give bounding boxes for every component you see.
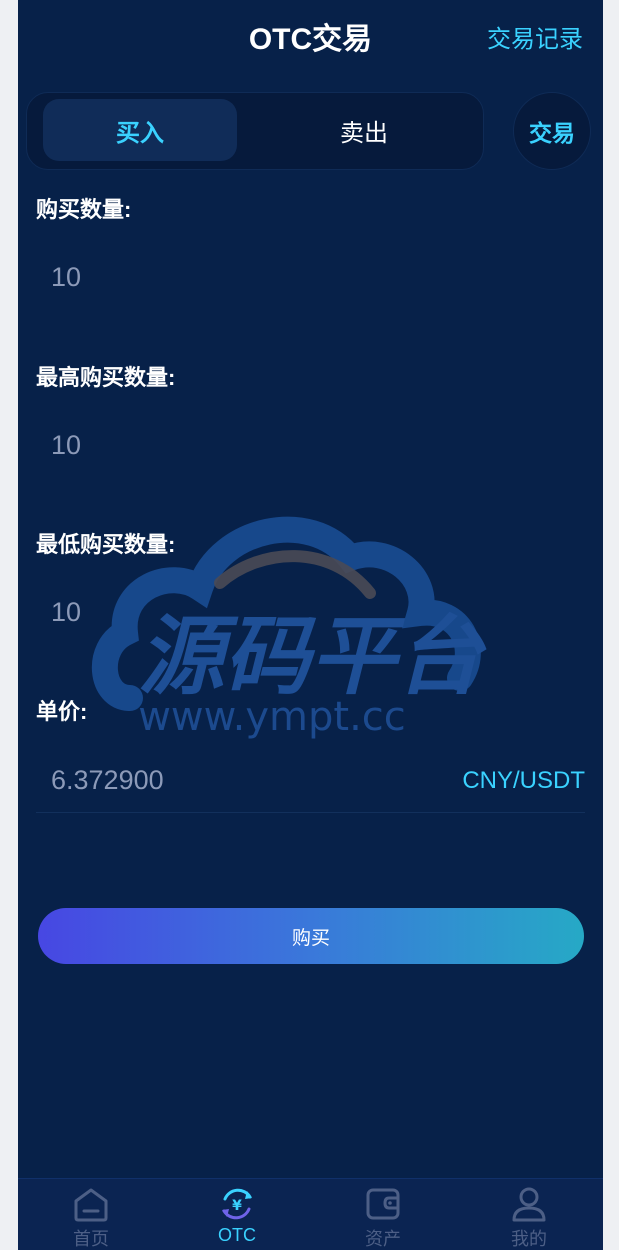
price-unit: CNY/USDT	[462, 767, 585, 794]
wallet-icon	[366, 1188, 400, 1220]
bottom-tabbar: 首页 ¥ OTC 资产 我的	[18, 1178, 603, 1250]
header: OTC交易 交易记录	[18, 0, 603, 72]
max-quantity-input[interactable]: 10	[51, 430, 81, 461]
tabbar-label-otc: OTC	[218, 1225, 256, 1245]
price-label: 单价:	[36, 699, 88, 724]
price-divider	[36, 812, 585, 813]
tabbar-item-otc[interactable]: ¥ OTC	[164, 1179, 310, 1250]
svg-text:¥: ¥	[232, 1198, 242, 1214]
quantity-input[interactable]: 10	[51, 262, 81, 293]
otc-yuan-icon: ¥	[222, 1188, 252, 1220]
tabbar-label-mine: 我的	[511, 1229, 547, 1249]
tabbar-item-mine[interactable]: 我的	[456, 1179, 602, 1250]
price-input[interactable]: 6.372900	[51, 765, 164, 796]
tabbar-label-home: 首页	[73, 1229, 109, 1249]
buy-sell-tabs: 买入 卖出	[26, 92, 484, 170]
tabbar-item-home[interactable]: 首页	[18, 1179, 164, 1250]
watermark-brand: 源码平台	[138, 607, 487, 707]
min-quantity-input[interactable]: 10	[51, 597, 81, 628]
app-screen: OTC交易 交易记录 买入 卖出 交易 购买数量: 10 最高购买数量: 10 …	[18, 0, 603, 1250]
tab-sell[interactable]: 卖出	[267, 99, 461, 161]
min-quantity-label: 最低购买数量:	[36, 532, 176, 557]
trade-button[interactable]: 交易	[513, 92, 591, 170]
buy-button[interactable]: 购买	[38, 908, 584, 964]
tabbar-item-assets[interactable]: 资产	[310, 1179, 456, 1250]
quantity-label: 购买数量:	[36, 197, 132, 222]
user-icon	[512, 1187, 546, 1222]
tabbar-label-assets: 资产	[365, 1229, 401, 1249]
home-icon	[74, 1188, 108, 1222]
trade-records-link[interactable]: 交易记录	[487, 19, 583, 54]
max-quantity-label: 最高购买数量:	[36, 365, 176, 390]
tab-buy[interactable]: 买入	[43, 99, 237, 161]
watermark-url: www.ympt.cc	[138, 694, 406, 740]
